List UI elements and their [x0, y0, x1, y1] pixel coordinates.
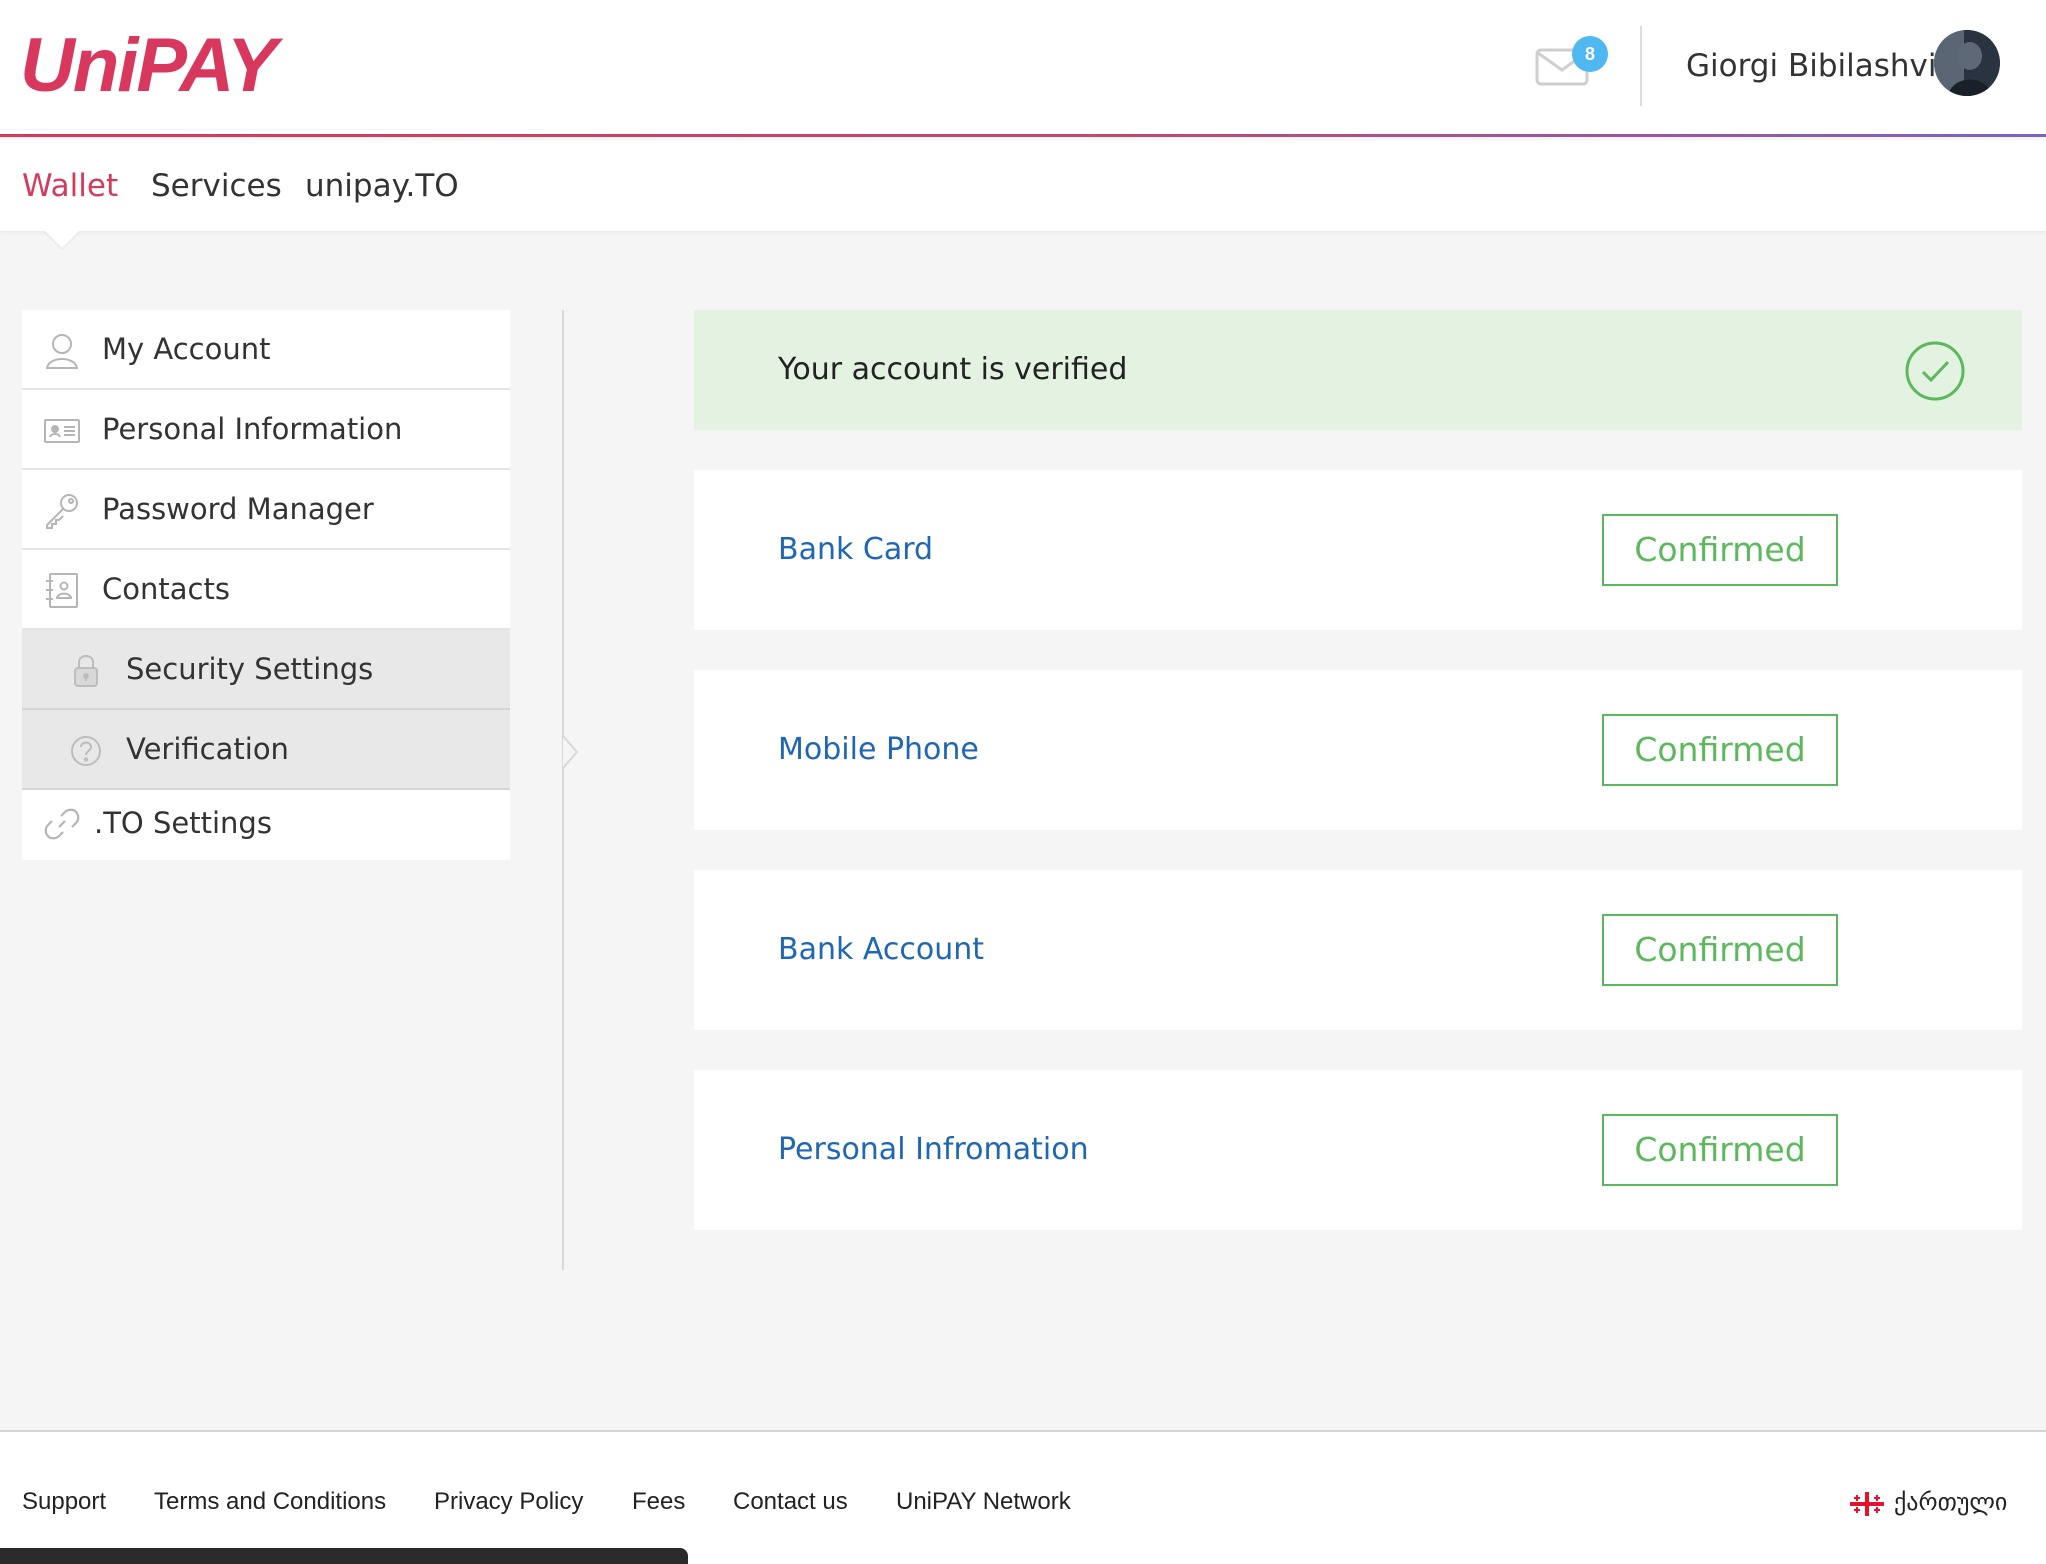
- footer-link-privacy[interactable]: Privacy Policy: [434, 1484, 583, 1520]
- question-circle-icon: [66, 730, 106, 770]
- nav-active-caret: [44, 230, 80, 248]
- verification-item-mobile-phone: Mobile Phone Confirmed: [694, 670, 2022, 830]
- sidebar-item-label: Contacts: [102, 572, 230, 606]
- sidebar-item-personal-information[interactable]: Personal Information: [22, 390, 510, 470]
- unipay-logo[interactable]: UniPAY: [20, 26, 277, 106]
- sidebar-item-my-account[interactable]: My Account: [22, 310, 510, 390]
- footer-link-fees[interactable]: Fees: [632, 1484, 685, 1520]
- sidebar-item-password-manager[interactable]: Password Manager: [22, 470, 510, 550]
- header-divider: [1640, 26, 1642, 106]
- georgian-flag-icon: [1850, 1490, 1884, 1516]
- footer-link-unipay-network[interactable]: UniPAY Network: [896, 1484, 1071, 1520]
- id-card-icon: [42, 410, 82, 450]
- key-icon: [42, 490, 82, 530]
- verification-item-bank-card: Bank Card Confirmed: [694, 470, 2022, 630]
- sidebar-item-to-settings[interactable]: .TO Settings: [22, 790, 510, 860]
- nav-unipay-to[interactable]: unipay.TO: [305, 164, 459, 208]
- footer-link-support[interactable]: Support: [22, 1484, 106, 1520]
- browser-status-bar: [0, 1548, 688, 1564]
- mobile-phone-link[interactable]: Mobile Phone: [778, 728, 979, 772]
- confirmed-status-button[interactable]: Confirmed: [1602, 514, 1838, 586]
- user-name[interactable]: Giorgi Bibilashvili: [1686, 46, 1954, 86]
- sidebar-item-verification[interactable]: Verification: [22, 710, 510, 790]
- confirmed-status-button[interactable]: Confirmed: [1602, 1114, 1838, 1186]
- sidebar-item-label: Password Manager: [102, 492, 374, 526]
- confirmed-status-button[interactable]: Confirmed: [1602, 714, 1838, 786]
- active-section-pointer: [562, 735, 582, 769]
- sidebar-item-label: My Account: [102, 332, 271, 366]
- sidebar-item-label: Security Settings: [126, 652, 374, 686]
- address-book-icon: [42, 570, 82, 610]
- sidebar-item-contacts[interactable]: Contacts: [22, 550, 510, 630]
- sidebar-item-label: .TO Settings: [94, 806, 272, 840]
- nav-services[interactable]: Services: [151, 164, 282, 208]
- lock-icon: [66, 650, 106, 690]
- link-icon: [42, 804, 82, 844]
- footer-link-terms[interactable]: Terms and Conditions: [154, 1484, 386, 1520]
- verified-banner: Your account is verified: [694, 310, 2022, 430]
- language-label: ქართული: [1894, 1488, 2008, 1516]
- check-circle-icon: [1904, 340, 1966, 402]
- sidebar-item-label: Personal Information: [102, 412, 403, 446]
- sidebar-item-security-settings[interactable]: Security Settings: [22, 630, 510, 710]
- top-header: UniPAY 8 Giorgi Bibilashvili: [0, 0, 2046, 137]
- mail-count-badge: 8: [1572, 36, 1608, 72]
- nav-wallet[interactable]: Wallet: [22, 164, 118, 208]
- sidebar: My Account Personal Information Password…: [22, 310, 510, 860]
- footer-link-contact[interactable]: Contact us: [733, 1484, 848, 1520]
- sidebar-divider: [562, 310, 564, 1270]
- personal-information-link[interactable]: Personal Infromation: [778, 1128, 1089, 1172]
- bank-account-link[interactable]: Bank Account: [778, 928, 984, 972]
- user-icon: [42, 330, 82, 370]
- confirmed-status-button[interactable]: Confirmed: [1602, 914, 1838, 986]
- footer: Support Terms and Conditions Privacy Pol…: [0, 1430, 2046, 1564]
- main-nav: Wallet Services unipay.TO: [0, 140, 2046, 231]
- verified-message: Your account is verified: [778, 352, 1128, 387]
- avatar[interactable]: [1934, 30, 2000, 96]
- sidebar-item-label: Verification: [126, 732, 289, 766]
- bank-card-link[interactable]: Bank Card: [778, 528, 933, 572]
- verification-item-personal-information: Personal Infromation Confirmed: [694, 1070, 2022, 1230]
- verification-item-bank-account: Bank Account Confirmed: [694, 870, 2022, 1030]
